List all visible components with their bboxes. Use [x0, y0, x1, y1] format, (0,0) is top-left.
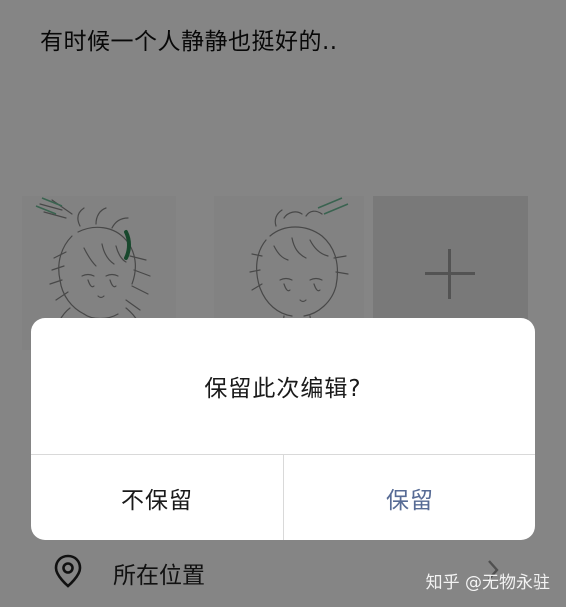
- confirm-dialog: 保留此次编辑? 不保留 保留: [31, 318, 535, 540]
- watermark: 知乎 @无物永驻: [425, 573, 550, 593]
- discard-button[interactable]: 不保留: [31, 455, 283, 540]
- dialog-message: 保留此次编辑?: [204, 376, 362, 402]
- keep-button[interactable]: 保留: [284, 455, 535, 540]
